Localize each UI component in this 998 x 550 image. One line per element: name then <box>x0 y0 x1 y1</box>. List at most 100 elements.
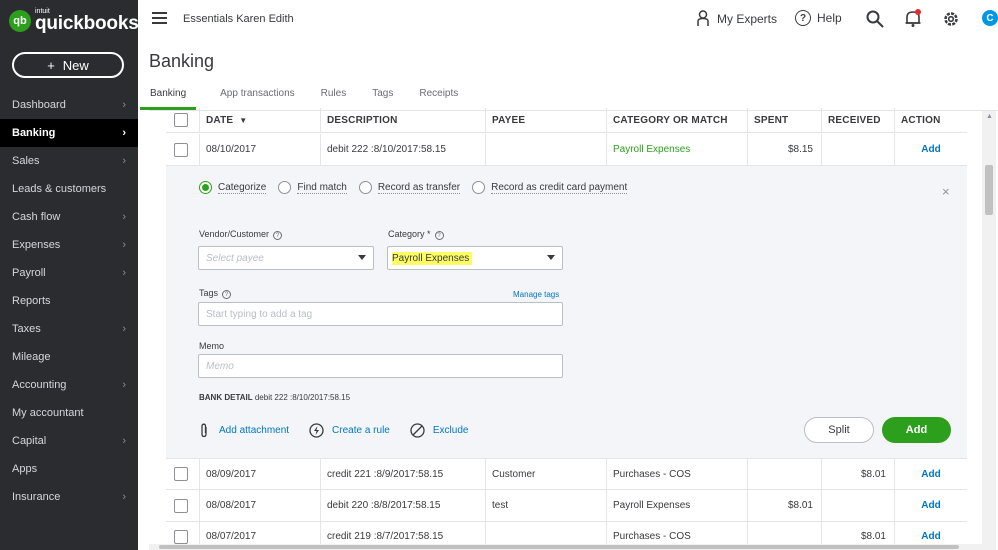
gear-icon[interactable] <box>942 10 960 28</box>
help-button[interactable]: ? Help <box>795 10 842 26</box>
detail-actions: Add attachment Create a rule Exclude <box>199 423 488 438</box>
sidebar-item-label: Capital <box>12 435 47 447</box>
table-row[interactable]: 08/08/2017 debit 220 :8/8/2017:58.15 tes… <box>166 490 967 522</box>
tab-tags[interactable]: Tags <box>370 88 395 110</box>
add-button[interactable]: Add <box>882 417 951 443</box>
column-header-date[interactable]: DATE ▼ <box>200 108 321 132</box>
sidebar-item-taxes[interactable]: Taxes › <box>0 315 138 343</box>
tab-banking[interactable]: Banking <box>140 88 197 110</box>
row-spent: $8.01 <box>748 490 822 521</box>
sidebar-item-label: Dashboard <box>12 99 66 111</box>
memo-input[interactable]: Memo <box>198 354 563 378</box>
table-row[interactable]: 08/09/2017 credit 221 :8/9/2017:58.15 Cu… <box>166 459 967 490</box>
close-icon[interactable]: × <box>942 184 950 199</box>
quickbooks-logo[interactable]: qb intuit quickbooks <box>9 8 139 33</box>
bank-detail: BANK DETAIL debit 222 :8/10/2017:58.15 <box>199 393 351 402</box>
my-experts-button[interactable]: My Experts <box>696 10 777 27</box>
sidebar-item-expenses[interactable]: Expenses › <box>0 231 138 259</box>
help-question-icon[interactable]: ? <box>273 231 283 240</box>
row-add-link[interactable]: Add <box>921 531 940 542</box>
horizontal-scrollbar[interactable] <box>149 544 982 550</box>
radio-icon <box>358 181 372 194</box>
sidebar-item-label: Cash flow <box>12 211 61 223</box>
scroll-up-icon[interactable]: ▲ <box>986 113 993 120</box>
sidebar-item-reports[interactable]: Reports <box>0 287 138 315</box>
expert-person-icon <box>697 10 709 26</box>
row-date: 08/08/2017 <box>200 490 321 521</box>
chevron-right-icon: › <box>122 267 126 279</box>
sidebar-item-sales[interactable]: Sales › <box>0 147 138 175</box>
radio-record-cc-payment[interactable]: Record as credit card payment <box>472 181 628 194</box>
column-header-spent: SPENT <box>748 108 822 132</box>
create-rule-link[interactable]: Create a rule <box>309 423 390 438</box>
tab-rules[interactable]: Rules <box>319 88 349 110</box>
scrollbar-thumb[interactable] <box>985 165 993 215</box>
row-category: Payroll Expenses <box>607 134 748 165</box>
help-question-icon[interactable]: ? <box>434 231 444 240</box>
sidebar-item-banking[interactable]: Banking › <box>0 119 138 147</box>
help-label: Help <box>817 11 842 25</box>
sidebar-item-capital[interactable]: Capital › <box>0 427 138 455</box>
row-checkbox[interactable] <box>174 467 188 481</box>
radio-find-match[interactable]: Find match <box>278 181 347 194</box>
table-row[interactable]: 08/10/2017 debit 222 :8/10/2017:58.15 Pa… <box>166 134 967 166</box>
row-checkbox[interactable] <box>174 142 188 157</box>
row-received <box>822 134 895 165</box>
radio-record-transfer[interactable]: Record as transfer <box>358 181 461 194</box>
add-attachment-link[interactable]: Add attachment <box>199 423 289 438</box>
row-category: Payroll Expenses <box>607 490 748 521</box>
row-received: $8.01 <box>822 459 895 489</box>
sidebar-item-cash-flow[interactable]: Cash flow › <box>0 203 138 231</box>
row-description: credit 221 :8/9/2017:58.15 <box>321 459 486 489</box>
tab-app-transactions[interactable]: App transactions <box>218 88 297 110</box>
my-experts-label: My Experts <box>717 11 778 26</box>
new-button[interactable]: + New <box>12 52 124 78</box>
chevron-right-icon: › <box>122 211 126 223</box>
row-checkbox[interactable] <box>174 498 188 513</box>
avatar[interactable]: C <box>982 10 998 26</box>
search-icon[interactable] <box>866 10 884 28</box>
notification-bell-icon[interactable] <box>904 9 922 28</box>
row-category: Purchases - COS <box>607 459 748 489</box>
split-button[interactable]: Split <box>804 417 874 443</box>
select-all-checkbox[interactable] <box>174 113 188 127</box>
radio-icon <box>278 181 292 194</box>
help-question-icon[interactable]: ? <box>222 290 232 299</box>
sidebar-item-apps[interactable]: Apps <box>0 455 138 483</box>
sidebar-item-mileage[interactable]: Mileage <box>0 343 138 371</box>
sidebar-item-payroll[interactable]: Payroll › <box>0 259 138 287</box>
hamburger-menu-icon[interactable] <box>152 12 167 24</box>
sidebar-item-accounting[interactable]: Accounting › <box>0 371 138 399</box>
top-bar: Essentials Karen Edith My Experts ? Help… <box>138 0 998 38</box>
row-date: 08/09/2017 <box>200 459 321 489</box>
caret-down-icon <box>547 255 555 260</box>
row-add-link[interactable]: Add <box>921 500 940 511</box>
sidebar-item-label: Banking <box>12 127 56 139</box>
memo-label: Memo <box>199 341 225 351</box>
qb-logo-icon: qb <box>9 9 31 32</box>
sidebar-item-dashboard[interactable]: Dashboard › <box>0 91 138 119</box>
exclude-icon <box>410 423 425 438</box>
category-select[interactable]: Payroll Expenses <box>387 246 563 270</box>
sidebar-item-label: Expenses <box>12 239 61 251</box>
sidebar-item-insurance[interactable]: Insurance › <box>0 483 138 511</box>
chevron-right-icon: › <box>122 127 126 139</box>
sidebar-item-my-accountant[interactable]: My accountant <box>0 399 138 427</box>
manage-tags-link[interactable]: Manage tags <box>513 290 559 299</box>
row-add-link[interactable]: Add <box>921 469 940 480</box>
radio-categorize[interactable]: Categorize <box>199 181 267 194</box>
exclude-link[interactable]: Exclude <box>410 423 468 438</box>
column-header-action: ACTION <box>901 114 941 126</box>
vertical-scrollbar[interactable]: ▲ <box>982 111 996 550</box>
sidebar-item-leads-customers[interactable]: Leads & customers <box>0 175 138 203</box>
sort-descending-icon: ▼ <box>239 115 248 125</box>
page-title: Banking <box>149 51 215 71</box>
vendor-customer-select[interactable]: Select payee <box>198 246 374 270</box>
row-add-link[interactable]: Add <box>921 144 940 155</box>
match-mode-radio-group: Categorize Find match Record as transfer… <box>199 181 639 194</box>
tags-input[interactable]: Start typing to add a tag <box>198 302 563 326</box>
tab-receipts[interactable]: Receipts <box>417 88 460 110</box>
row-checkbox[interactable] <box>174 529 188 544</box>
sidebar-item-label: Insurance <box>12 491 61 503</box>
scrollbar-thumb[interactable] <box>159 545 959 549</box>
